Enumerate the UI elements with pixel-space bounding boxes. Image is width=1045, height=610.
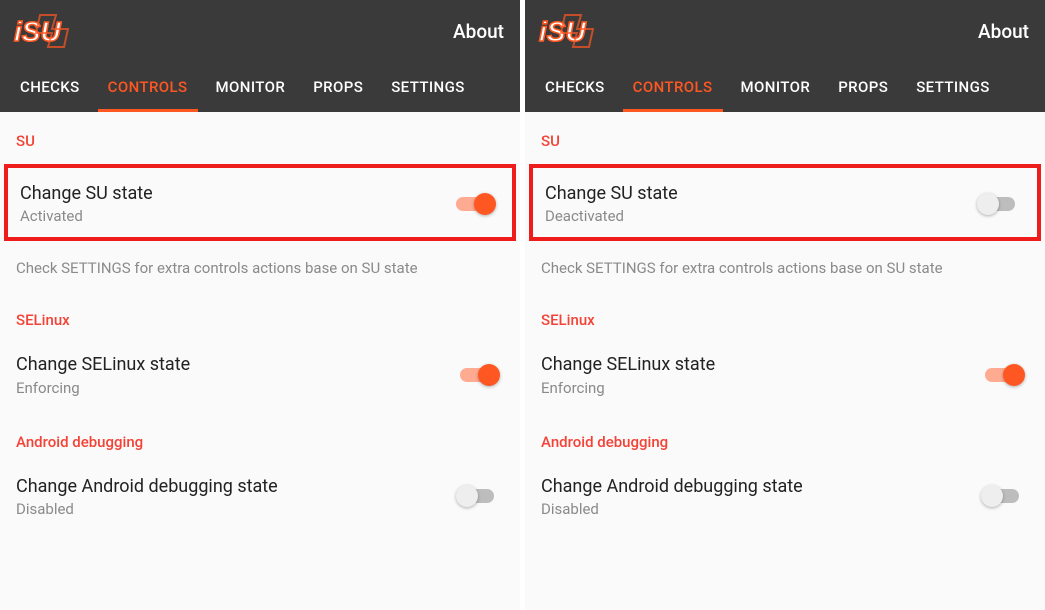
pref-title: Change SU state bbox=[20, 182, 452, 205]
pref-text: Change SU state Deactivated bbox=[545, 182, 977, 225]
pref-subtitle: Disabled bbox=[541, 500, 981, 518]
section-adb-header: Android debugging bbox=[525, 413, 1045, 457]
tab-bar: CHECKS CONTROLS MONITOR PROPS SETTINGS bbox=[525, 62, 1045, 112]
tab-settings[interactable]: SETTINGS bbox=[902, 62, 1004, 112]
content-area: SU Change SU state Deactivated Check SET… bbox=[525, 112, 1045, 610]
pref-text: Change SELinux state Enforcing bbox=[541, 353, 981, 396]
pref-change-selinux-state[interactable]: Change SELinux state Enforcing bbox=[525, 335, 1045, 412]
pref-subtitle: Enforcing bbox=[541, 379, 981, 397]
tab-checks[interactable]: CHECKS bbox=[531, 62, 619, 112]
pane-left: iSU About CHECKS CONTROLS MONITOR PROPS … bbox=[0, 0, 520, 610]
pref-change-adb-state[interactable]: Change Android debugging state Disabled bbox=[525, 457, 1045, 534]
pref-text: Change SU state Activated bbox=[20, 182, 452, 225]
pref-change-adb-state[interactable]: Change Android debugging state Disabled bbox=[0, 457, 520, 534]
toggle-su[interactable] bbox=[452, 192, 496, 216]
app-header: iSU About bbox=[525, 0, 1045, 62]
about-link[interactable]: About bbox=[453, 20, 508, 43]
pref-subtitle: Disabled bbox=[16, 500, 456, 518]
tab-controls[interactable]: CONTROLS bbox=[619, 62, 727, 112]
toggle-adb[interactable] bbox=[981, 484, 1025, 508]
pref-subtitle: Deactivated bbox=[545, 207, 977, 225]
section-su-header: SU bbox=[0, 112, 520, 156]
section-adb-header: Android debugging bbox=[0, 413, 520, 457]
pref-title: Change SELinux state bbox=[541, 353, 981, 376]
pref-title: Change Android debugging state bbox=[541, 475, 981, 498]
pref-change-su-state[interactable]: Change SU state Activated bbox=[4, 164, 516, 241]
pane-right: iSU About CHECKS CONTROLS MONITOR PROPS … bbox=[525, 0, 1045, 610]
tab-checks[interactable]: CHECKS bbox=[6, 62, 94, 112]
tab-props[interactable]: PROPS bbox=[824, 62, 902, 112]
pref-title: Change Android debugging state bbox=[16, 475, 456, 498]
tab-bar: CHECKS CONTROLS MONITOR PROPS SETTINGS bbox=[0, 62, 520, 112]
pref-subtitle: Enforcing bbox=[16, 379, 456, 397]
tab-monitor[interactable]: MONITOR bbox=[727, 62, 825, 112]
toggle-selinux[interactable] bbox=[456, 363, 500, 387]
pref-text: Change Android debugging state Disabled bbox=[541, 475, 981, 518]
tab-controls[interactable]: CONTROLS bbox=[94, 62, 202, 112]
pref-text: Change Android debugging state Disabled bbox=[16, 475, 456, 518]
pref-text: Change SELinux state Enforcing bbox=[16, 353, 456, 396]
section-su-header: SU bbox=[525, 112, 1045, 156]
section-selinux-header: SELinux bbox=[525, 291, 1045, 335]
content-area: SU Change SU state Activated Check SETTI… bbox=[0, 112, 520, 610]
pref-title: Change SU state bbox=[545, 182, 977, 205]
toggle-su[interactable] bbox=[977, 192, 1021, 216]
app-logo-icon: iSU bbox=[533, 9, 597, 53]
app-header: iSU About bbox=[0, 0, 520, 62]
toggle-adb[interactable] bbox=[456, 484, 500, 508]
pref-title: Change SELinux state bbox=[16, 353, 456, 376]
pref-change-su-state[interactable]: Change SU state Deactivated bbox=[529, 164, 1041, 241]
about-link[interactable]: About bbox=[978, 20, 1033, 43]
tab-settings[interactable]: SETTINGS bbox=[377, 62, 479, 112]
pref-subtitle: Activated bbox=[20, 207, 452, 225]
tab-props[interactable]: PROPS bbox=[299, 62, 377, 112]
pref-change-selinux-state[interactable]: Change SELinux state Enforcing bbox=[0, 335, 520, 412]
su-info-line: Check SETTINGS for extra controls action… bbox=[0, 249, 520, 291]
su-info-line: Check SETTINGS for extra controls action… bbox=[525, 249, 1045, 291]
toggle-selinux[interactable] bbox=[981, 363, 1025, 387]
app-logo-icon: iSU bbox=[8, 9, 72, 53]
section-selinux-header: SELinux bbox=[0, 291, 520, 335]
tab-monitor[interactable]: MONITOR bbox=[202, 62, 300, 112]
